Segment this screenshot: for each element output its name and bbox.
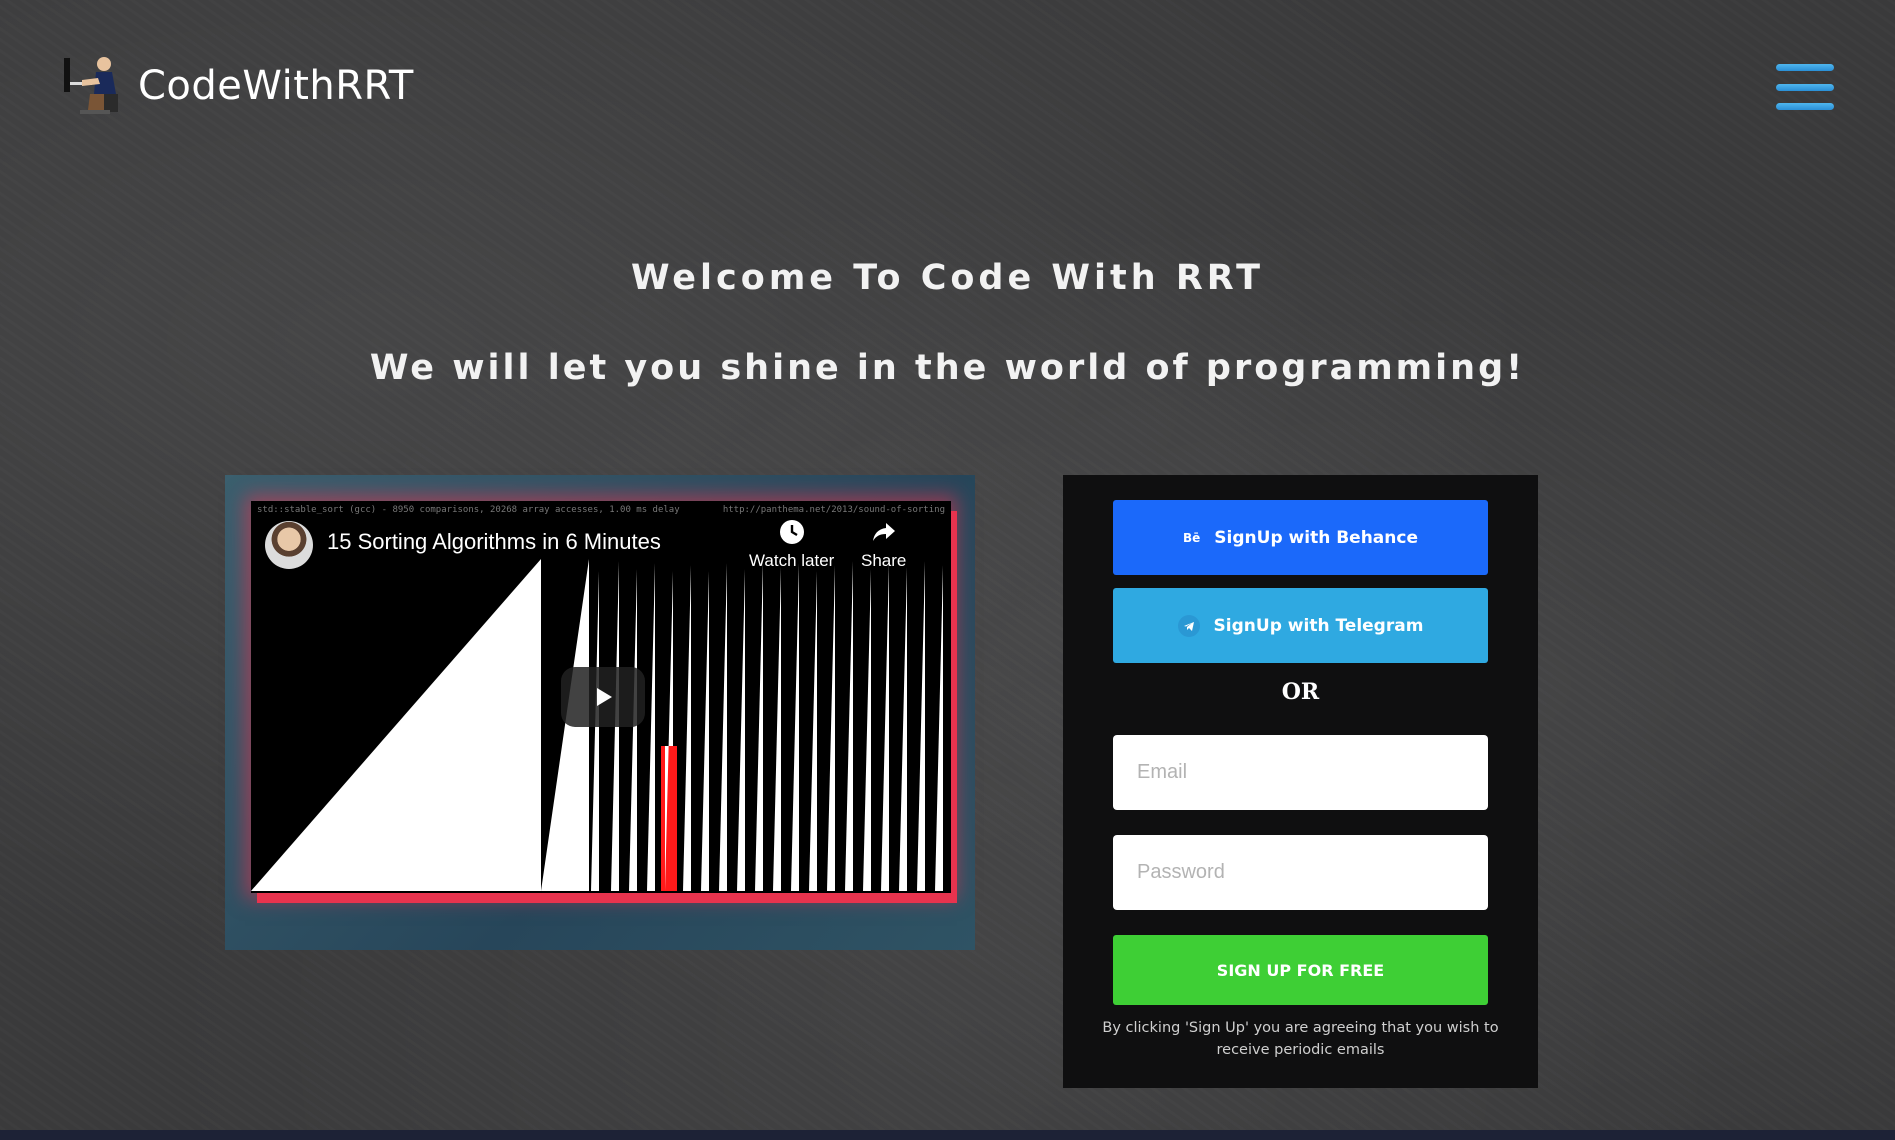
terms-text: By clicking 'Sign Up' you are agreeing t… xyxy=(1102,1020,1499,1058)
signup-submit-button[interactable]: SIGN UP FOR FREE xyxy=(1113,935,1488,1005)
behance-button-label: SignUp with Behance xyxy=(1214,527,1418,548)
channel-avatar[interactable] xyxy=(265,521,313,569)
hamburger-icon-bar xyxy=(1776,83,1834,91)
coder-logo-icon xyxy=(60,54,124,118)
share-button[interactable]: Share xyxy=(861,519,906,571)
password-field[interactable] xyxy=(1113,835,1488,910)
signup-behance-button[interactable]: Bē SignUp with Behance xyxy=(1113,500,1488,575)
logo-text: CodeWithRRT xyxy=(138,63,414,109)
behance-icon: Bē xyxy=(1183,530,1201,545)
clock-icon xyxy=(779,520,804,544)
hero-subtitle: We will let you shine in the world of pr… xyxy=(369,348,1526,388)
signup-telegram-button[interactable]: SignUp with Telegram xyxy=(1113,588,1488,663)
video-container: std::stable_sort (gcc) - 8950 comparison… xyxy=(225,475,975,950)
telegram-button-label: SignUp with Telegram xyxy=(1213,615,1424,636)
site-logo[interactable]: CodeWithRRT xyxy=(60,54,414,118)
telegram-icon xyxy=(1177,614,1200,637)
video-meta-right: http://panthema.net/2013/sound-of-sortin… xyxy=(722,505,945,515)
video-player[interactable]: std::stable_sort (gcc) - 8950 comparison… xyxy=(251,501,951,893)
watch-later-button[interactable]: Watch later xyxy=(749,519,834,571)
video-meta-left: std::stable_sort (gcc) - 8950 comparison… xyxy=(257,505,680,515)
signup-panel: Bē SignUp with Behance SignUp with Teleg… xyxy=(1063,475,1538,1088)
email-field[interactable] xyxy=(1113,735,1488,810)
or-divider: OR xyxy=(1281,679,1320,705)
share-icon xyxy=(872,523,895,541)
video-title[interactable]: 15 Sorting Algorithms in 6 Minutes xyxy=(327,529,661,555)
share-label: Share xyxy=(861,551,907,570)
play-icon xyxy=(597,688,612,706)
hamburger-icon-bar xyxy=(1776,64,1834,71)
play-button[interactable] xyxy=(561,667,645,727)
hamburger-menu-button[interactable] xyxy=(1776,64,1834,110)
hamburger-icon-bar xyxy=(1776,103,1834,110)
hero-title: Welcome To Code With RRT xyxy=(630,258,1265,298)
watch-later-label: Watch later xyxy=(749,551,835,570)
